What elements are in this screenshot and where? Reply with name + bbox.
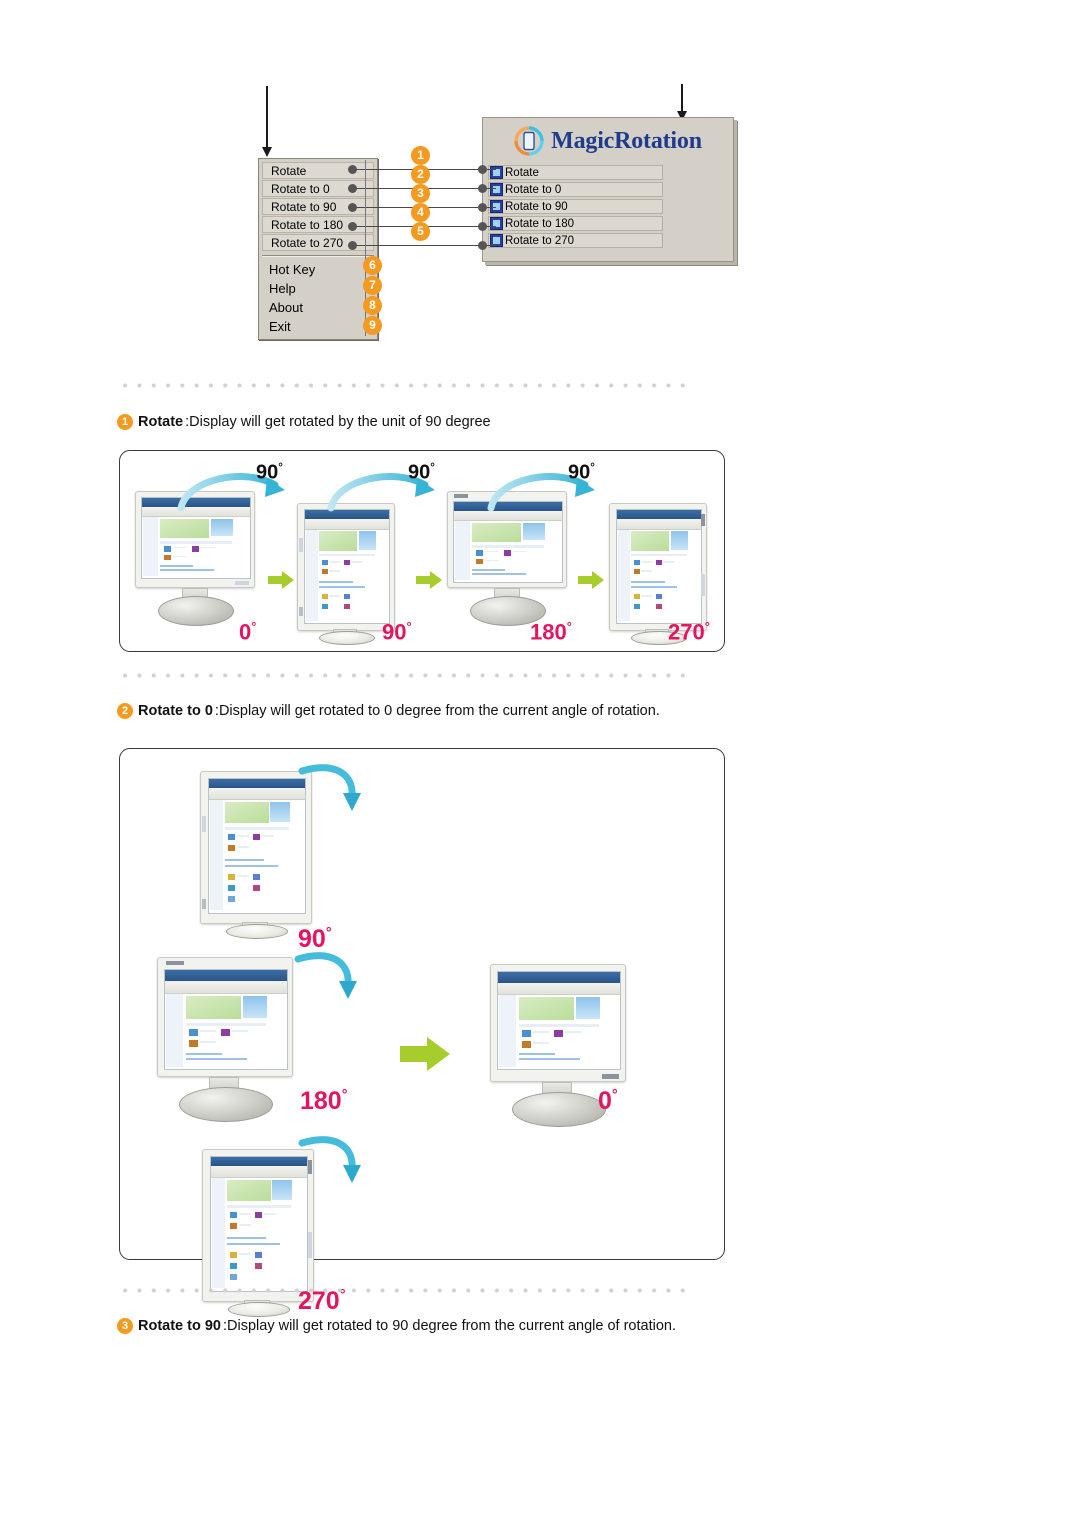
caption-term-1: Rotate <box>138 414 184 430</box>
caption-rotate-to-0: 2 Rotate to 0 : Display will get rotated… <box>117 703 660 719</box>
connector-dot-left-1 <box>348 165 357 174</box>
panel-item-rotate-to-270-label: Rotate to 270 <box>505 234 575 247</box>
connector-dot-left-3 <box>348 203 357 212</box>
menu-item-rotate-to-180[interactable]: Rotate to 180 <box>262 216 374 233</box>
callout-number-7: 7 <box>363 276 382 295</box>
pointer-arrow-left <box>262 86 272 157</box>
transition-arrow-2 <box>416 571 442 594</box>
target-label-0: 0° <box>598 1087 618 1115</box>
state-label-270: 270° <box>668 619 710 645</box>
callout-number-2: 2 <box>411 165 430 184</box>
magicrotation-tray-menu[interactable]: Rotate Rotate to 0 Rotate to 90 Rotate t… <box>258 158 378 340</box>
dotted-separator-2 <box>118 673 693 678</box>
rotate-to-0-figure: 90° 180° 270° 0° <box>119 748 725 1317</box>
panel-item-rotate-to-90-label: Rotate to 90 <box>505 200 568 213</box>
panel-item-rotate-to-90[interactable]: Rotate to 90 <box>488 199 663 214</box>
caption-text-2: Display will get rotated to 0 degree fro… <box>218 703 660 719</box>
arc-label-2: 90° <box>408 461 435 484</box>
source-label-180: 180° <box>300 1087 348 1115</box>
panel-item-rotate-to-270[interactable]: Rotate to 270 <box>488 233 663 248</box>
panel-item-rotate-to-0-label: Rotate to 0 <box>505 183 562 196</box>
caption-rotate-to-90: 3 Rotate to 90 : Display will get rotate… <box>117 1318 676 1334</box>
state-label-180: 180° <box>530 619 572 645</box>
callout-number-5: 5 <box>411 222 430 241</box>
state-label-90: 90° <box>382 619 412 645</box>
connector-dot-left-4 <box>348 222 357 231</box>
panel-item-rotate-label: Rotate <box>505 166 539 179</box>
source-label-90: 90° <box>298 925 332 953</box>
connector-line-5 <box>348 245 496 246</box>
magicrotation-panel: MagicRotation Rotate Rotate to 0 Rotate … <box>482 117 734 262</box>
rotate-arc-from-90 <box>298 759 368 824</box>
connector-dot-left-2 <box>348 184 357 193</box>
callout-number-8: 8 <box>363 296 382 315</box>
monitor-target-0deg <box>490 964 650 1129</box>
rotate-sequence-figure: 90° 90° 90° 0° 90° 180° 270° <box>119 450 725 652</box>
rotate-arc-from-180 <box>294 947 364 1012</box>
callout-number-1: 1 <box>411 146 430 165</box>
connector-dot-right-3 <box>478 203 487 212</box>
transition-arrow-main <box>400 1037 450 1076</box>
caption-text-3: Display will get rotated to 90 degree fr… <box>227 1318 676 1334</box>
menu-separator <box>262 255 374 257</box>
transition-arrow-1 <box>268 571 294 594</box>
menu-item-help[interactable]: Help <box>259 279 377 298</box>
rotate-arc-from-270 <box>298 1131 368 1196</box>
connector-dot-right-5 <box>478 241 487 250</box>
monitor-270deg <box>609 503 713 645</box>
panel-item-rotate-to-180-label: Rotate to 180 <box>505 217 575 230</box>
panel-item-rotate-to-180[interactable]: Rotate to 180 <box>488 216 663 231</box>
connector-dot-right-4 <box>478 222 487 231</box>
arc-label-1: 90° <box>256 461 283 484</box>
caption-badge-2: 2 <box>117 703 133 719</box>
menu-item-hot-key[interactable]: Hot Key <box>259 260 377 279</box>
caption-term-3: Rotate to 90 <box>138 1318 221 1334</box>
top-diagram: Rotate Rotate to 0 Rotate to 90 Rotate t… <box>0 0 1080 360</box>
rotate-icon <box>490 166 503 179</box>
panel-item-rotate-to-0[interactable]: Rotate to 0 <box>488 182 663 197</box>
pointer-arrow-right <box>677 84 687 121</box>
connector-dot-left-5 <box>348 241 357 250</box>
connector-dot-right-2 <box>478 184 487 193</box>
magicrotation-logo-icon <box>514 126 544 156</box>
connector-dot-right-1 <box>478 165 487 174</box>
menu-item-rotate[interactable]: Rotate <box>262 162 374 179</box>
monitor-source-180deg <box>157 957 317 1122</box>
callout-number-9: 9 <box>363 316 382 335</box>
caption-term-2: Rotate to 0 <box>138 703 213 719</box>
caption-rotate: 1 Rotate : Display will get rotated by t… <box>117 414 491 430</box>
caption-badge-3: 3 <box>117 1318 133 1334</box>
magicrotation-title: MagicRotation <box>551 127 702 154</box>
state-label-0: 0° <box>239 619 257 645</box>
dotted-separator-1 <box>118 383 693 388</box>
caption-badge-1: 1 <box>117 414 133 430</box>
rotate-to-180-icon <box>490 217 503 230</box>
caption-text-1: Display will get rotated by the unit of … <box>189 414 491 430</box>
panel-item-rotate[interactable]: Rotate <box>488 165 663 180</box>
magicrotation-brand-bar: MagicRotation <box>483 118 733 164</box>
menu-item-exit[interactable]: Exit <box>259 317 377 336</box>
menu-item-rotate-to-270[interactable]: Rotate to 270 <box>262 234 374 251</box>
dotted-separator-3 <box>118 1288 693 1293</box>
callout-number-4: 4 <box>411 203 430 222</box>
callout-number-3: 3 <box>411 184 430 203</box>
rotate-to-0-icon <box>490 183 503 196</box>
arc-label-3: 90° <box>568 461 595 484</box>
transition-arrow-3 <box>578 571 604 594</box>
menu-item-about[interactable]: About <box>259 298 377 317</box>
callout-number-6: 6 <box>363 256 382 275</box>
